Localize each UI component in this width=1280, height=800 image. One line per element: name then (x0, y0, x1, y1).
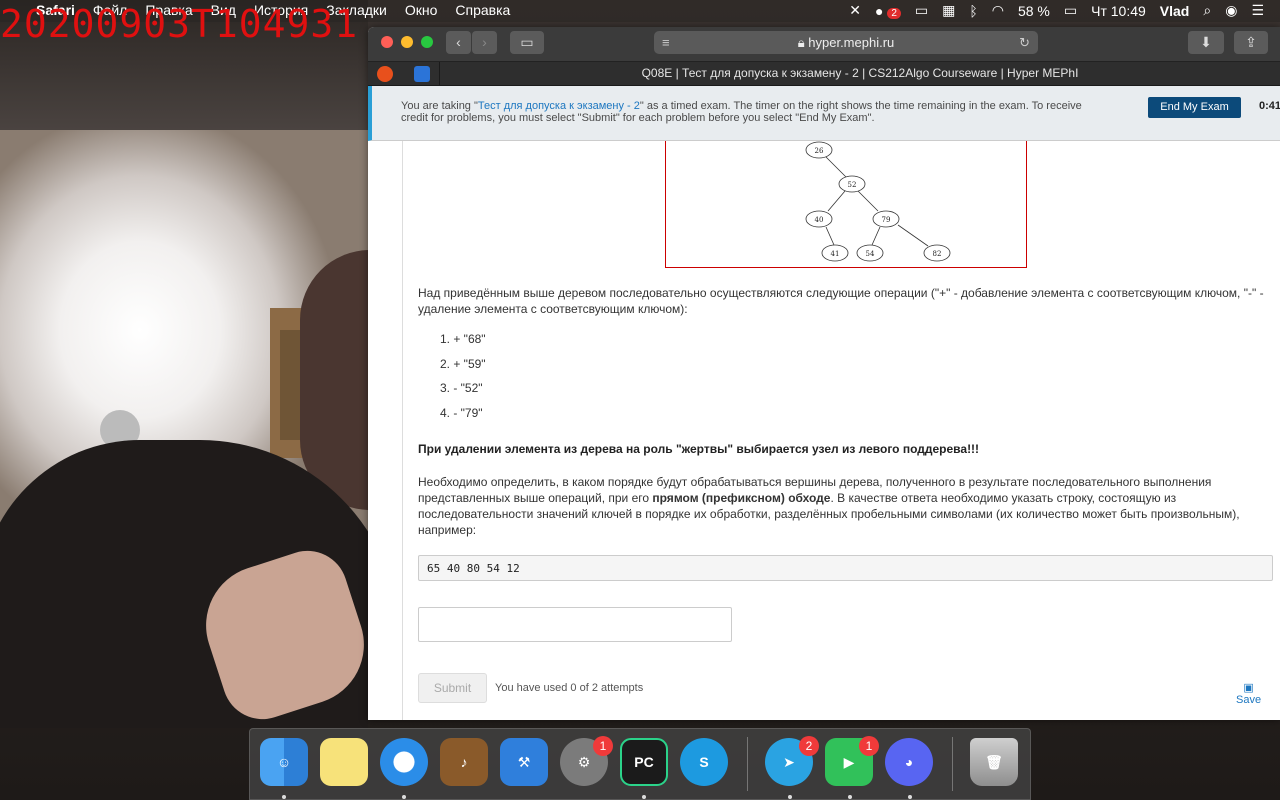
problem-intro: Над приведённым выше деревом последовате… (418, 286, 1264, 316)
operations-list: 1. + "68" 2. + "59" 3. - "52" 4. - "79" (440, 332, 486, 430)
forward-button[interactable]: › (472, 31, 497, 54)
problem-content: 26 52 40 79 41 54 82 Над приведённым выш… (368, 141, 1280, 720)
menu-window[interactable]: Окно (405, 2, 438, 18)
dock-garageband-icon[interactable]: ♪ (440, 738, 488, 786)
spotlight-icon[interactable]: ⌕ (1203, 2, 1211, 19)
dock-pycharm-icon[interactable]: PC (620, 738, 668, 786)
back-button[interactable]: ‹ (446, 31, 471, 54)
notification-icon[interactable]: ● 2 (875, 3, 901, 19)
facetime-badge: 1 (859, 736, 879, 756)
end-exam-button[interactable]: End My Exam (1148, 97, 1241, 118)
save-icon: ▣ (1243, 682, 1254, 694)
webcam-overlay (0, 0, 368, 728)
control-center-icon[interactable]: ☰ (1251, 2, 1264, 19)
operation-item: 4. - "79" (440, 405, 483, 420)
mic-off-icon[interactable]: ✕ (849, 2, 861, 19)
tab-bar: Q08E | Тест для допуска к экзамену - 2 |… (368, 62, 1280, 86)
pinned-chat-tab-icon[interactable] (414, 66, 430, 82)
battery-percent[interactable]: 58 % (1018, 3, 1050, 19)
tree-node-label: 54 (866, 250, 875, 258)
dock: ☺ ✦ ♪ ⚒ ⚙ 1 PC S ➤ 2 ▶ 1 ◕ 🗑︎ (249, 728, 1031, 800)
reader-icon[interactable]: ≡ (662, 31, 670, 54)
operation-item: 3. - "52" (440, 381, 483, 395)
example-answer: 65 40 80 54 12 (418, 555, 1273, 581)
safari-window: ‹ › ▭ ≡ 🔒︎ hyper.mephi.ru ↻ ⬇ ⇪ Q08E | Т… (368, 27, 1280, 720)
downloads-icon[interactable]: ⬇ (1188, 31, 1224, 54)
dock-xcode-icon[interactable]: ⚒ (500, 738, 548, 786)
dock-trash-icon[interactable]: 🗑︎ (970, 738, 1018, 786)
dock-safari-icon[interactable]: ✦ (380, 738, 428, 786)
answer-input[interactable] (418, 607, 732, 642)
recording-timestamp: 20200903T104931 (0, 2, 359, 46)
clock[interactable]: Чт 10:49 (1091, 3, 1146, 19)
sidebar-icon[interactable]: ▭ (510, 31, 544, 54)
menu-help[interactable]: Справка (455, 2, 510, 18)
operation-item: 2. + "59" (440, 356, 486, 371)
user-name[interactable]: Vlad (1160, 3, 1190, 19)
zoom-window-button[interactable] (421, 36, 433, 48)
tree-node-label: 26 (815, 147, 824, 155)
timed-exam-notice: You are taking "Тест для допуска к экзам… (368, 86, 1280, 141)
siri-icon[interactable]: ◉ (1225, 2, 1237, 19)
share-icon[interactable]: ⇪ (1234, 31, 1268, 54)
tree-figure: 26 52 40 79 41 54 82 (665, 141, 1027, 268)
wifi-icon[interactable]: ◠ (992, 2, 1004, 19)
deletion-warning: При удалении элемента из дерева на роль … (418, 442, 980, 456)
operation-item: 1. + "68" (440, 332, 486, 346)
exam-link[interactable]: Тест для допуска к экзамену - 2 (478, 100, 640, 112)
exam-notice-message: You are taking "Тест для допуска к экзам… (401, 100, 1082, 124)
binary-tree-diagram: 26 52 40 79 41 54 82 (805, 141, 951, 262)
tree-node-label: 82 (933, 250, 942, 258)
task-description: Необходимо определить, в каком порядке б… (418, 475, 1240, 537)
system-preferences-badge: 1 (593, 736, 613, 756)
telegram-badge: 2 (799, 736, 819, 756)
bluetooth-icon[interactable]: ᛒ (969, 3, 977, 19)
pinned-tab-icon[interactable] (377, 66, 393, 82)
tree-node-label: 41 (831, 250, 840, 258)
exam-timer: 0:41: (1259, 100, 1280, 112)
address-bar[interactable]: ≡ 🔒︎ hyper.mephi.ru ↻ (654, 31, 1038, 54)
dock-discord-icon[interactable]: ◕ (885, 738, 933, 786)
display-icon[interactable]: ▭ (915, 2, 928, 19)
attempts-counter: You have used 0 of 2 attempts (495, 682, 644, 694)
url-text: hyper.mephi.ru (808, 35, 895, 50)
active-tab-title[interactable]: Q08E | Тест для допуска к экзамену - 2 |… (440, 66, 1280, 80)
browser-toolbar: ‹ › ▭ ≡ 🔒︎ hyper.mephi.ru ↻ ⬇ ⇪ (368, 27, 1280, 62)
tree-node-label: 40 (815, 216, 824, 224)
save-button[interactable]: ▣ Save (1236, 681, 1261, 706)
tree-node-label: 79 (882, 216, 891, 224)
minimize-window-button[interactable] (401, 36, 413, 48)
dock-finder-icon[interactable]: ☺ (260, 738, 308, 786)
tree-node-label: 52 (848, 181, 857, 189)
lock-icon: 🔒︎ (797, 35, 805, 50)
battery-icon[interactable]: ▭ (1064, 2, 1077, 19)
submit-button[interactable]: Submit (418, 673, 487, 703)
dock-notes-icon[interactable] (320, 738, 368, 786)
dock-skype-icon[interactable]: S (680, 738, 728, 786)
reload-icon[interactable]: ↻ (1019, 31, 1030, 54)
flag-icon[interactable]: ▦ (942, 2, 955, 19)
close-window-button[interactable] (381, 36, 393, 48)
